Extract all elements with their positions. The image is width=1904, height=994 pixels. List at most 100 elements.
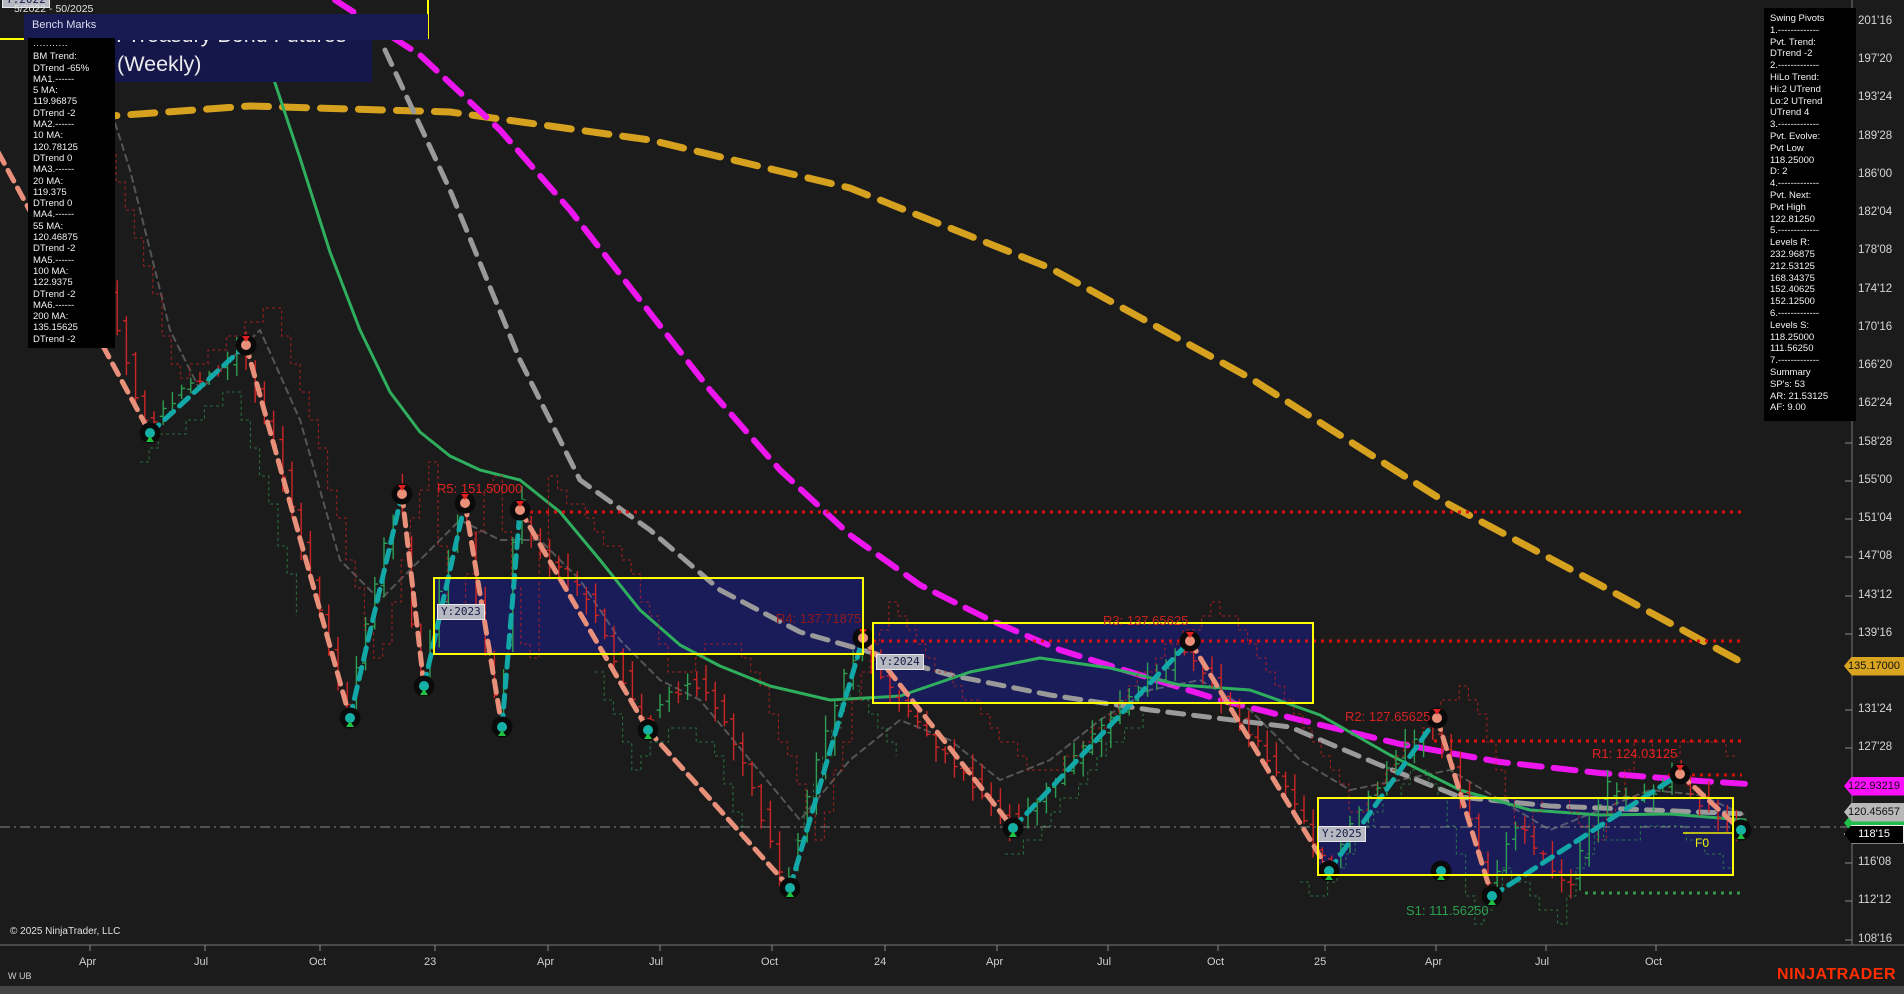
status-bar-label: W UB bbox=[8, 971, 32, 981]
time-tick-label: Jul bbox=[649, 956, 664, 968]
bottom-scrollbar[interactable] bbox=[0, 986, 1904, 994]
level-label: S1: 111.56250 bbox=[1406, 903, 1489, 918]
swing-panel-line: Lo:2 UTrend bbox=[1770, 95, 1823, 107]
swing-panel-line: HiLo Trend: bbox=[1770, 71, 1820, 83]
price-tick-label: 131'24 bbox=[1858, 703, 1893, 715]
price-tick-label: 201'16 bbox=[1858, 15, 1893, 27]
time-tick-label: 24 bbox=[874, 956, 887, 968]
swing-panel-line: Pvt. Next: bbox=[1770, 189, 1812, 201]
copyright-text: © 2025 NinjaTrader, LLC bbox=[10, 926, 121, 937]
bm-panel-line: DTrend 0 bbox=[33, 198, 73, 210]
level-label: R5: 151.50000 bbox=[437, 481, 523, 496]
ma-200-line bbox=[51, 102, 1749, 668]
swing-panel-line: 2.------------- bbox=[1770, 60, 1820, 72]
price-tick-label: 182'04 bbox=[1858, 206, 1893, 218]
ninjatrader-chart-window: 5/2022 - 50/2025 Y:2022 Bench Marks U.S.… bbox=[0, 0, 1904, 994]
time-tick-label: Apr bbox=[986, 956, 1004, 968]
price-tick-label: 186'00 bbox=[1858, 168, 1893, 180]
year-anchor-tag[interactable]: Y:2024 bbox=[876, 654, 924, 670]
swing-panel-line: UTrend 4 bbox=[1770, 107, 1810, 119]
swing-panel-line: 212.53125 bbox=[1770, 260, 1815, 272]
zigzag-segment bbox=[399, 491, 427, 689]
swing-panel-line: 1.------------- bbox=[1770, 24, 1820, 36]
bm-panel-line: 20 MA: bbox=[33, 175, 64, 187]
swing-panel-line: DTrend -2 bbox=[1770, 48, 1813, 60]
price-marker-tag: 135.17000 bbox=[1844, 656, 1904, 676]
chart-canvas[interactable] bbox=[0, 0, 1904, 994]
swing-panel-line: 111.56250 bbox=[1770, 343, 1814, 355]
price-tick-label: 151'04 bbox=[1858, 512, 1893, 524]
bm-panel-line: MA6.------ bbox=[33, 299, 75, 311]
chart-title-line2: -26 (Weekly) bbox=[80, 52, 202, 76]
price-tick-label: 162'24 bbox=[1858, 397, 1893, 409]
swing-panel-line: 168.34375 bbox=[1770, 272, 1815, 284]
price-tick-label: 108'16 bbox=[1858, 933, 1893, 945]
swing-panel-line: 3.------------- bbox=[1770, 119, 1820, 131]
bm-panel-line: 135.15625 bbox=[33, 322, 78, 334]
bm-panel-line: ··········· bbox=[33, 40, 68, 51]
time-tick-label: Apr bbox=[537, 956, 555, 968]
price-tick-label: 193'24 bbox=[1858, 91, 1893, 103]
ma-20-line bbox=[266, 60, 1747, 822]
bm-panel-line: MA4.------ bbox=[33, 209, 75, 221]
swing-panel-line: 7.------------- bbox=[1770, 355, 1820, 367]
zigzag-segment bbox=[147, 342, 249, 436]
time-tick-label: Oct bbox=[1207, 956, 1225, 968]
time-tick-label: Jul bbox=[1097, 956, 1112, 968]
trailing-step-line bbox=[1005, 714, 1144, 855]
level-label: R1: 124.03125 bbox=[1592, 746, 1678, 761]
zigzag-segment bbox=[787, 635, 866, 891]
bm-panel-line: MA5.------ bbox=[33, 254, 75, 266]
bm-panel-line: 100 MA: bbox=[33, 265, 69, 277]
benchmarks-indicator-panel: ··········· BM Trend: DTrend -65% MA1.-----… bbox=[28, 38, 115, 348]
swing-panel-line: Pvt High bbox=[1770, 201, 1806, 213]
swing-panel-line: D: 2 bbox=[1770, 166, 1788, 178]
price-tick-label: 155'00 bbox=[1858, 474, 1893, 486]
price-tick-label: 116'08 bbox=[1858, 856, 1892, 868]
swing-panel-line: AR: 21.53125 bbox=[1770, 390, 1829, 402]
price-tick-label: 189'28 bbox=[1858, 130, 1893, 142]
time-tick-label: Jul bbox=[1535, 956, 1550, 968]
swing-panel-line: 4.------------- bbox=[1770, 178, 1820, 190]
bm-panel-line: MA2.------ bbox=[33, 119, 75, 131]
zigzag-segment bbox=[347, 491, 405, 721]
swing-panel-line: 232.96875 bbox=[1770, 248, 1815, 260]
price-tick-label: 112'12 bbox=[1858, 894, 1892, 906]
swing-panel-line: 5.------------- bbox=[1770, 225, 1820, 237]
level-label: R2: 127.65625 bbox=[1345, 709, 1431, 724]
time-tick-label: 23 bbox=[424, 956, 437, 968]
price-tick-label: 166'20 bbox=[1858, 359, 1893, 371]
price-bars bbox=[58, 115, 1740, 899]
swing-panel-line: Pvt Low bbox=[1770, 142, 1804, 154]
swing-panel-line: Pvt. Evolve: bbox=[1770, 130, 1821, 142]
price-tick-label: 143'12 bbox=[1858, 589, 1893, 601]
swing-panel-line: Levels R: bbox=[1770, 237, 1810, 249]
bench-marks-label: Bench Marks bbox=[32, 19, 97, 31]
bm-panel-line: DTrend -2 bbox=[33, 288, 76, 300]
price-tick-label: 147'08 bbox=[1858, 550, 1893, 562]
price-tick-label: 174'12 bbox=[1858, 283, 1893, 295]
bm-panel-line: 119.375 bbox=[33, 186, 67, 198]
bm-panel-line: BM Trend: bbox=[33, 51, 77, 63]
bm-panel-line: DTrend 0 bbox=[33, 152, 73, 164]
bm-panel-line: 119.96875 bbox=[33, 96, 78, 108]
time-tick-label: Oct bbox=[309, 956, 327, 968]
date-range-label: 5/2022 - 50/2025 bbox=[14, 3, 94, 15]
price-tick-label: 127'28 bbox=[1858, 741, 1893, 753]
swing-panel-line: 118.25000 bbox=[1770, 331, 1815, 343]
bm-panel-line: 120.78125 bbox=[33, 141, 78, 153]
price-marker-tag: 120.45657 bbox=[1844, 802, 1904, 822]
swing-panel-line: Levels S: bbox=[1770, 319, 1810, 331]
swing-panel-line: 6.------------- bbox=[1770, 307, 1820, 319]
year-anchor-tag[interactable]: Y:2023 bbox=[437, 604, 485, 620]
time-tick-label: Jul bbox=[194, 956, 209, 968]
price-tick-label: 170'16 bbox=[1858, 321, 1893, 333]
swing-panel-line: Hi:2 UTrend bbox=[1770, 83, 1821, 95]
year-anchor-tag[interactable]: Y:2025 bbox=[1318, 826, 1366, 842]
bm-panel-line: 122.9375 bbox=[33, 277, 73, 289]
level-label: R3: 137.65625 bbox=[1103, 613, 1189, 628]
bench-marks-box: Bench Marks bbox=[24, 14, 428, 40]
bm-panel-line: 55 MA: bbox=[33, 220, 64, 232]
time-tick-label: Apr bbox=[79, 956, 97, 968]
time-tick-label: Apr bbox=[1425, 956, 1443, 968]
